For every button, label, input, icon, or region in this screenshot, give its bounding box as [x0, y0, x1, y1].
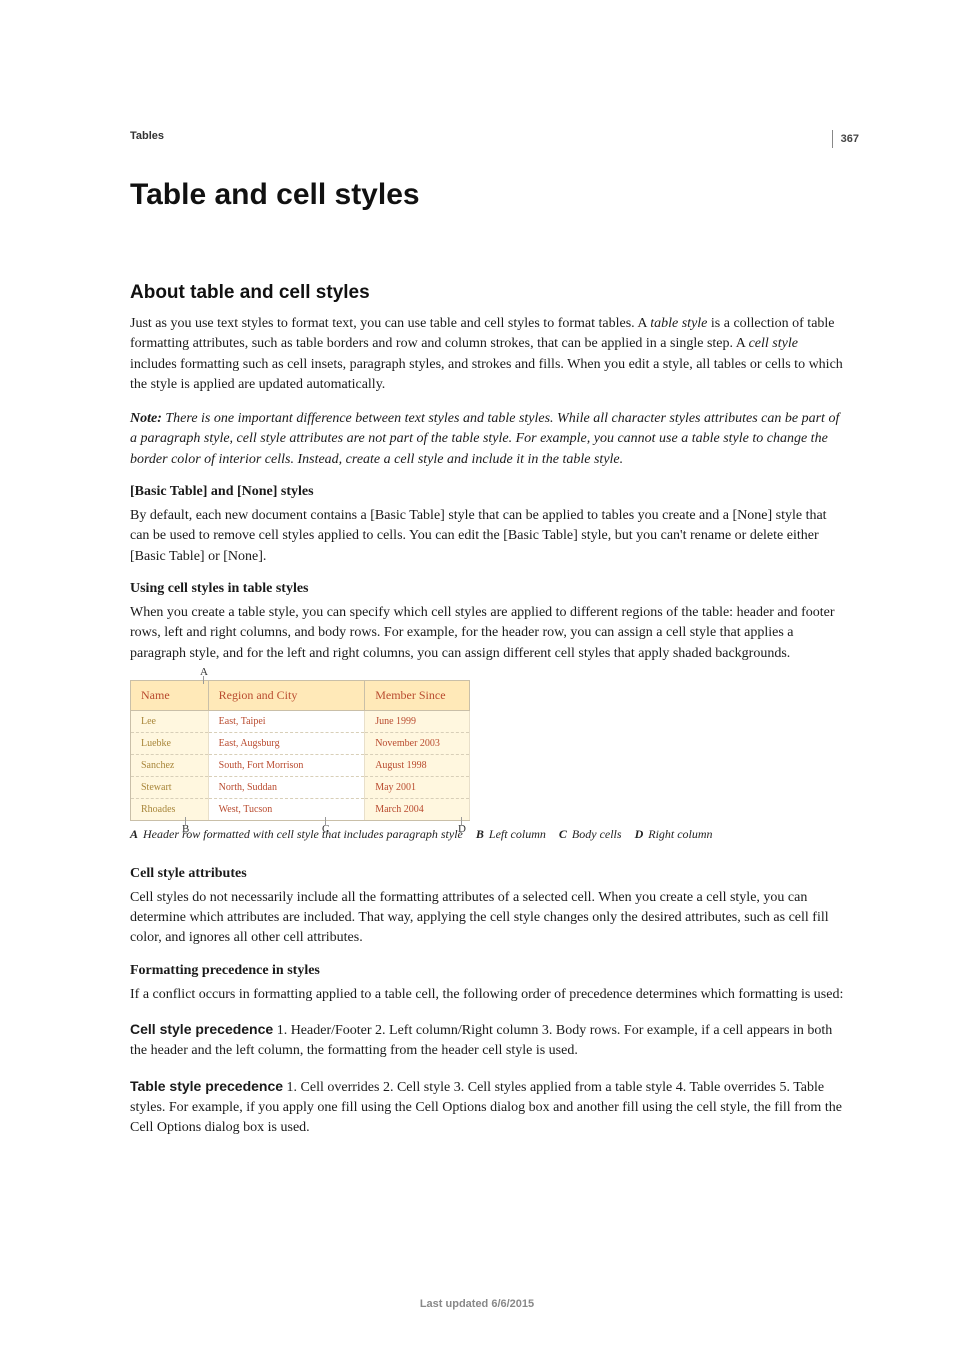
sample-table: Name Region and City Member Since Lee Ea… [130, 680, 470, 821]
table-row: Luebke East, Augsburg November 2003 [131, 732, 470, 754]
body-formatting-precedence: If a conflict occurs in formatting appli… [130, 985, 844, 1005]
body-basic-table: By default, each new document contains a… [130, 506, 844, 567]
table-style-precedence-label: Table style precedence [130, 1078, 283, 1094]
table-row: Lee East, Taipei June 1999 [131, 710, 470, 732]
cell-member: May 2001 [365, 776, 470, 798]
caption-d-text: Right column [648, 827, 712, 841]
body-using-cell-styles: When you create a table style, you can s… [130, 603, 844, 664]
cell-region: North, Suddan [208, 776, 365, 798]
footer-last-updated: Last updated 6/6/2015 [0, 1298, 954, 1310]
figure-tick-a [203, 676, 204, 684]
caption-a-text: Header row formatted with cell style tha… [143, 827, 463, 841]
intro-term1: table style [650, 316, 707, 331]
figure-mark-b: B [182, 823, 189, 835]
table-style-precedence: Table style precedence 1. Cell overrides… [130, 1076, 844, 1139]
sample-th-name: Name [131, 680, 209, 710]
cell-region: West, Tucson [208, 798, 365, 820]
cell-region: South, Fort Morrison [208, 754, 365, 776]
cell-member: June 1999 [365, 710, 470, 732]
page-title: Table and cell styles [130, 178, 844, 212]
figure-caption: A Header row formatted with cell style t… [130, 827, 844, 842]
cell-member: November 2003 [365, 732, 470, 754]
intro-term2: cell style [749, 336, 798, 351]
section-heading: About table and cell styles [130, 282, 844, 304]
breadcrumb: Tables [130, 130, 844, 142]
caption-c-label: C [559, 827, 567, 841]
caption-a-label: A [130, 827, 138, 841]
table-row: Stewart North, Suddan May 2001 [131, 776, 470, 798]
cell-member: August 1998 [365, 754, 470, 776]
note-text: There is one important difference betwee… [130, 411, 839, 467]
body-cell-style-attributes: Cell styles do not necessarily include a… [130, 888, 844, 949]
sample-th-member: Member Since [365, 680, 470, 710]
intro-paragraph: Just as you use text styles to format te… [130, 314, 844, 395]
figure-table-sample: A Name Region and City Member Since Lee … [130, 680, 470, 821]
cell-region: East, Taipei [208, 710, 365, 732]
cell-name: Sanchez [131, 754, 209, 776]
subhead-using-cell-styles: Using cell styles in table styles [130, 581, 844, 597]
note-label: Note: [130, 411, 162, 426]
cell-region: East, Augsburg [208, 732, 365, 754]
subhead-cell-style-attributes: Cell style attributes [130, 866, 844, 882]
intro-pre: Just as you use text styles to format te… [130, 316, 650, 331]
sample-header-row: Name Region and City Member Since [131, 680, 470, 710]
intro-post: includes formatting such as cell insets,… [130, 357, 843, 392]
table-row: Sanchez South, Fort Morrison August 1998 [131, 754, 470, 776]
cell-member: March 2004 [365, 798, 470, 820]
note-paragraph: Note: There is one important difference … [130, 409, 844, 470]
cell-name: Luebke [131, 732, 209, 754]
cell-name: Rhoades [131, 798, 209, 820]
cell-style-precedence: Cell style precedence 1. Header/Footer 2… [130, 1019, 844, 1062]
table-row: Rhoades West, Tucson March 2004 [131, 798, 470, 820]
figure-mark-d: D [458, 823, 466, 835]
page: 367 Tables Table and cell styles About t… [0, 0, 954, 1350]
caption-b-text: Left column [489, 827, 546, 841]
cell-name: Lee [131, 710, 209, 732]
cell-name: Stewart [131, 776, 209, 798]
sample-th-region: Region and City [208, 680, 365, 710]
caption-b-label: B [476, 827, 484, 841]
caption-c-text: Body cells [572, 827, 622, 841]
caption-d-label: D [635, 827, 644, 841]
subhead-formatting-precedence: Formatting precedence in styles [130, 963, 844, 979]
page-number: 367 [832, 130, 859, 148]
subhead-basic-table: [Basic Table] and [None] styles [130, 484, 844, 500]
figure-mark-c: C [322, 823, 329, 835]
cell-style-precedence-label: Cell style precedence [130, 1021, 273, 1037]
